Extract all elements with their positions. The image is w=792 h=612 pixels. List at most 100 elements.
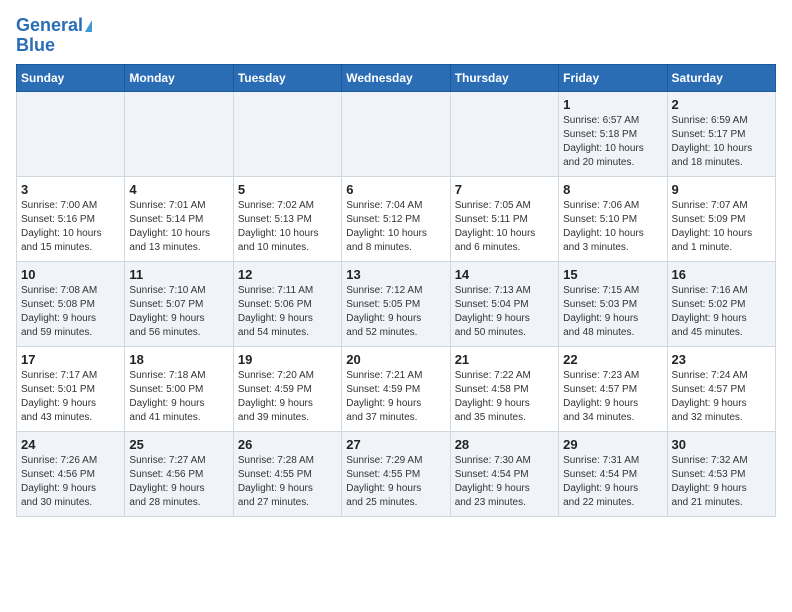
day-info: Sunrise: 6:59 AM Sunset: 5:17 PM Dayligh…: [672, 114, 771, 170]
day-cell: 26 Sunrise: 7:28 AM Sunset: 4:55 PM Dayli…: [233, 431, 341, 516]
week-row-1: 1Sunrise: 6:57 AM Sunset: 5:18 PM Daylig…: [17, 91, 776, 176]
day-number: 27: [346, 437, 445, 452]
day-info: Sunrise: 7:22 AM Sunset: 4:58 PM Dayligh…: [455, 369, 554, 425]
day-info: Sunrise: 7:21 AM Sunset: 4:59 PM Dayligh…: [346, 369, 445, 425]
day-cell: [125, 91, 233, 176]
day-cell: 8 Sunrise: 7:06 AM Sunset: 5:10 PM Daylig…: [559, 176, 667, 261]
day-info: Sunrise: 7:32 AM Sunset: 4:53 PM Dayligh…: [672, 454, 771, 510]
day-cell: 23 Sunrise: 7:24 AM Sunset: 4:57 PM Dayli…: [667, 346, 775, 431]
day-cell: 14 Sunrise: 7:13 AM Sunset: 5:04 PM Dayli…: [450, 261, 558, 346]
day-number: 26: [238, 437, 337, 452]
day-cell: 30 Sunrise: 7:32 AM Sunset: 4:53 PM Dayli…: [667, 431, 775, 516]
day-number: 22: [563, 352, 662, 367]
day-cell: 22Sunrise: 7:23 AM Sunset: 4:57 PM Dayli…: [559, 346, 667, 431]
week-row-2: 3 Sunrise: 7:00 AM Sunset: 5:16 PM Daylig…: [17, 176, 776, 261]
day-info: Sunrise: 7:27 AM Sunset: 4:56 PM Dayligh…: [129, 454, 228, 510]
day-info: Sunrise: 7:20 AM Sunset: 4:59 PM Dayligh…: [238, 369, 337, 425]
logo-text-line1: General: [16, 16, 83, 36]
calendar-header: SundayMondayTuesdayWednesdayThursdayFrid…: [17, 64, 776, 91]
day-info: Sunrise: 7:08 AM Sunset: 5:08 PM Dayligh…: [21, 284, 120, 340]
day-cell: 29 Sunrise: 7:31 AM Sunset: 4:54 PM Dayli…: [559, 431, 667, 516]
day-number: 30: [672, 437, 771, 452]
day-cell: 17 Sunrise: 7:17 AM Sunset: 5:01 PM Dayli…: [17, 346, 125, 431]
week-row-3: 10 Sunrise: 7:08 AM Sunset: 5:08 PM Dayli…: [17, 261, 776, 346]
logo-text-line2: Blue: [16, 36, 55, 56]
header-cell-tuesday: Tuesday: [233, 64, 341, 91]
day-number: 14: [455, 267, 554, 282]
day-info: Sunrise: 7:31 AM Sunset: 4:54 PM Dayligh…: [563, 454, 662, 510]
day-cell: 3 Sunrise: 7:00 AM Sunset: 5:16 PM Daylig…: [17, 176, 125, 261]
day-cell: 5 Sunrise: 7:02 AM Sunset: 5:13 PM Daylig…: [233, 176, 341, 261]
day-number: 6: [346, 182, 445, 197]
day-cell: [450, 91, 558, 176]
day-info: Sunrise: 7:06 AM Sunset: 5:10 PM Dayligh…: [563, 199, 662, 255]
page-header: General Blue: [16, 16, 776, 56]
day-cell: 18 Sunrise: 7:18 AM Sunset: 5:00 PM Dayli…: [125, 346, 233, 431]
week-row-4: 17 Sunrise: 7:17 AM Sunset: 5:01 PM Dayli…: [17, 346, 776, 431]
day-cell: 10 Sunrise: 7:08 AM Sunset: 5:08 PM Dayli…: [17, 261, 125, 346]
day-number: 1: [563, 97, 662, 112]
day-number: 8: [563, 182, 662, 197]
day-number: 13: [346, 267, 445, 282]
day-number: 2: [672, 97, 771, 112]
day-cell: 21Sunrise: 7:22 AM Sunset: 4:58 PM Dayli…: [450, 346, 558, 431]
day-number: 25: [129, 437, 228, 452]
day-number: 29: [563, 437, 662, 452]
day-info: Sunrise: 7:17 AM Sunset: 5:01 PM Dayligh…: [21, 369, 120, 425]
day-number: 10: [21, 267, 120, 282]
day-info: Sunrise: 7:04 AM Sunset: 5:12 PM Dayligh…: [346, 199, 445, 255]
logo-triangle-icon: [85, 20, 92, 32]
day-number: 12: [238, 267, 337, 282]
day-number: 20: [346, 352, 445, 367]
calendar-table: SundayMondayTuesdayWednesdayThursdayFrid…: [16, 64, 776, 517]
day-info: Sunrise: 7:11 AM Sunset: 5:06 PM Dayligh…: [238, 284, 337, 340]
calendar-body: 1Sunrise: 6:57 AM Sunset: 5:18 PM Daylig…: [17, 91, 776, 516]
day-cell: 1Sunrise: 6:57 AM Sunset: 5:18 PM Daylig…: [559, 91, 667, 176]
day-cell: 15Sunrise: 7:15 AM Sunset: 5:03 PM Dayli…: [559, 261, 667, 346]
day-cell: 2 Sunrise: 6:59 AM Sunset: 5:17 PM Daylig…: [667, 91, 775, 176]
header-cell-monday: Monday: [125, 64, 233, 91]
day-cell: 28 Sunrise: 7:30 AM Sunset: 4:54 PM Dayli…: [450, 431, 558, 516]
day-number: 28: [455, 437, 554, 452]
day-cell: [342, 91, 450, 176]
day-info: Sunrise: 7:10 AM Sunset: 5:07 PM Dayligh…: [129, 284, 228, 340]
day-info: Sunrise: 7:30 AM Sunset: 4:54 PM Dayligh…: [455, 454, 554, 510]
day-info: Sunrise: 7:05 AM Sunset: 5:11 PM Dayligh…: [455, 199, 554, 255]
day-cell: 20 Sunrise: 7:21 AM Sunset: 4:59 PM Dayli…: [342, 346, 450, 431]
logo: General Blue: [16, 16, 92, 56]
day-number: 19: [238, 352, 337, 367]
day-number: 17: [21, 352, 120, 367]
day-info: Sunrise: 7:13 AM Sunset: 5:04 PM Dayligh…: [455, 284, 554, 340]
day-cell: 12 Sunrise: 7:11 AM Sunset: 5:06 PM Dayli…: [233, 261, 341, 346]
day-cell: 24 Sunrise: 7:26 AM Sunset: 4:56 PM Dayli…: [17, 431, 125, 516]
day-number: 23: [672, 352, 771, 367]
day-cell: 27Sunrise: 7:29 AM Sunset: 4:55 PM Dayli…: [342, 431, 450, 516]
day-info: Sunrise: 7:18 AM Sunset: 5:00 PM Dayligh…: [129, 369, 228, 425]
header-cell-sunday: Sunday: [17, 64, 125, 91]
day-number: 4: [129, 182, 228, 197]
week-row-5: 24 Sunrise: 7:26 AM Sunset: 4:56 PM Dayli…: [17, 431, 776, 516]
day-cell: 16Sunrise: 7:16 AM Sunset: 5:02 PM Dayli…: [667, 261, 775, 346]
day-info: Sunrise: 7:12 AM Sunset: 5:05 PM Dayligh…: [346, 284, 445, 340]
day-number: 3: [21, 182, 120, 197]
header-cell-saturday: Saturday: [667, 64, 775, 91]
day-number: 18: [129, 352, 228, 367]
day-cell: 25 Sunrise: 7:27 AM Sunset: 4:56 PM Dayli…: [125, 431, 233, 516]
day-info: Sunrise: 7:01 AM Sunset: 5:14 PM Dayligh…: [129, 199, 228, 255]
day-info: Sunrise: 7:02 AM Sunset: 5:13 PM Dayligh…: [238, 199, 337, 255]
day-number: 16: [672, 267, 771, 282]
day-number: 9: [672, 182, 771, 197]
day-cell: 11 Sunrise: 7:10 AM Sunset: 5:07 PM Dayli…: [125, 261, 233, 346]
day-number: 7: [455, 182, 554, 197]
header-row: SundayMondayTuesdayWednesdayThursdayFrid…: [17, 64, 776, 91]
day-info: Sunrise: 7:15 AM Sunset: 5:03 PM Dayligh…: [563, 284, 662, 340]
day-info: Sunrise: 7:24 AM Sunset: 4:57 PM Dayligh…: [672, 369, 771, 425]
day-cell: 19 Sunrise: 7:20 AM Sunset: 4:59 PM Dayli…: [233, 346, 341, 431]
header-cell-friday: Friday: [559, 64, 667, 91]
day-info: Sunrise: 7:26 AM Sunset: 4:56 PM Dayligh…: [21, 454, 120, 510]
day-info: Sunrise: 7:28 AM Sunset: 4:55 PM Dayligh…: [238, 454, 337, 510]
day-number: 5: [238, 182, 337, 197]
day-number: 24: [21, 437, 120, 452]
day-number: 11: [129, 267, 228, 282]
day-info: Sunrise: 7:00 AM Sunset: 5:16 PM Dayligh…: [21, 199, 120, 255]
